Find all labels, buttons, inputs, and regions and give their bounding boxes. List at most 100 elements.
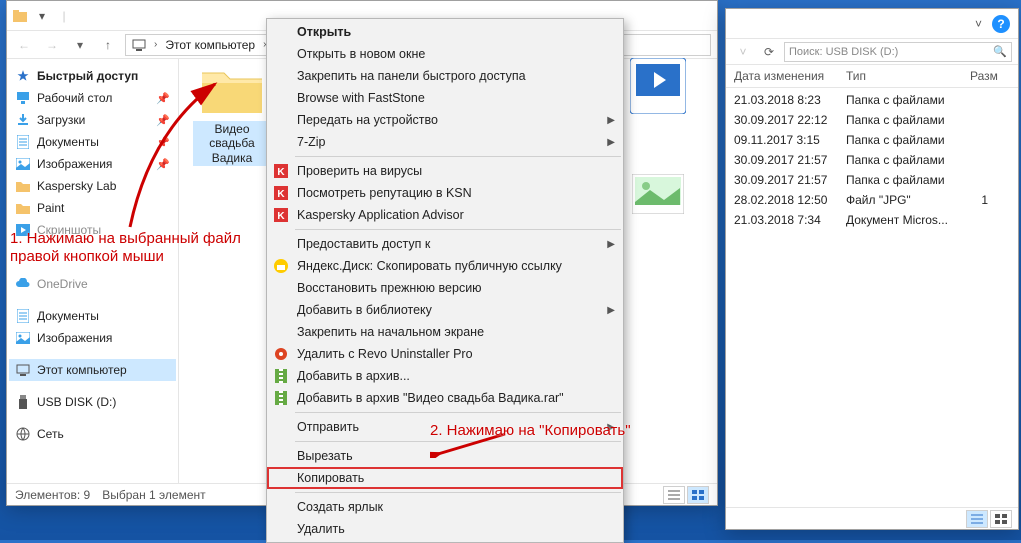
forward-button[interactable]: → [41,34,63,56]
annotation-1: 1. Нажимаю на выбранный файл правой кноп… [10,230,260,266]
context-menu-item[interactable]: Добавить в библиотеку▶ [267,299,623,321]
up-button[interactable]: ↑ [97,34,119,56]
folder-y-icon [15,178,31,194]
cell-size [970,153,988,167]
sidebar-item[interactable]: Документы [9,305,176,327]
search-placeholder: Поиск: USB DISK (D:) [789,46,898,58]
col-date[interactable]: Дата изменения [734,69,842,83]
cell-date: 09.11.2017 3:15 [734,133,842,147]
sidebar-item-label: Этот компьютер [37,363,127,377]
context-menu-label: Kaspersky Application Advisor [297,208,464,222]
col-type[interactable]: Тип [846,69,966,83]
column-headers[interactable]: Дата изменения Тип Разм [726,65,1018,88]
table-row[interactable]: 21.03.2018 7:34Документ Micros... [734,210,1010,230]
table-row[interactable]: 28.02.2018 12:50 Файл "JPG" 1 [734,190,1010,210]
sidebar-item-label: Документы [37,309,99,323]
cell-date: 30.09.2017 22:12 [734,113,842,127]
dropdown-icon[interactable]: ˅ [975,17,982,31]
sidebar-item[interactable]: Этот компьютер [9,359,176,381]
separator [295,492,621,493]
context-menu-item[interactable]: Закрепить на начальном экране [267,321,623,343]
context-menu-item[interactable]: 7-Zip ▶ [267,131,623,153]
image-icon [15,156,31,172]
sidebar-item[interactable]: Сеть [9,423,176,445]
sidebar-item-label: USB DISK (D:) [37,395,116,409]
address-toolbar: ˅ ⟳ Поиск: USB DISK (D:) 🔍 [726,39,1018,65]
table-row[interactable]: 21.03.2018 8:23 Папка с файлами [734,90,1010,110]
rar-icon [273,390,289,406]
sidebar-item-label: Paint [37,201,64,215]
context-menu-item[interactable]: Открыть [267,21,623,43]
star-icon [15,68,31,84]
context-menu-item[interactable]: Яндекс.Диск: Скопировать публичную ссылк… [267,255,623,277]
view-details-button[interactable] [663,486,685,504]
svg-text:K: K [277,167,285,178]
usb-icon [15,394,31,410]
sidebar-item[interactable]: OneDrive [9,273,176,295]
cell-size: 1 [970,193,988,207]
cell-size [970,133,988,147]
sidebar-item-label: Загрузки [37,113,85,127]
desktop-icon [15,90,31,106]
cell-date: 21.03.2018 8:23 [734,93,842,107]
context-menu-label: Открыть [297,25,351,39]
col-size[interactable]: Разм [970,69,1010,83]
table-row[interactable]: 30.09.2017 21:57Папка с файлами [734,170,1010,190]
context-menu-label: Посмотреть репутацию в KSN [297,186,472,200]
cell-type: Файл "JPG" [846,193,966,207]
context-menu-item[interactable]: K Kaspersky Application Advisor [267,204,623,226]
sidebar-item-label: OneDrive [37,277,88,291]
image-icon [15,330,31,346]
context-menu-item[interactable]: Удалить [267,518,623,540]
context-menu-item[interactable]: Предоставить доступ к▶ [267,233,623,255]
table-row[interactable]: 30.09.2017 21:57Папка с файлами [734,150,1010,170]
context-menu-item[interactable]: Удалить с Revo Uninstaller Pro [267,343,623,365]
svg-text:K: K [277,211,285,222]
history-dropdown[interactable]: ▾ [69,34,91,56]
context-menu-item[interactable]: Создать ярлык [267,496,623,518]
context-menu-item[interactable]: Добавить в архив... [267,365,623,387]
dropdown-icon[interactable]: ▾ [33,7,51,25]
context-menu-label: Создать ярлык [297,500,383,514]
cell-date: 28.02.2018 12:50 [734,193,842,207]
chevron-right-icon: › [150,39,161,50]
submenu-arrow-icon: ▶ [607,137,615,148]
context-menu-label: 7-Zip [297,135,325,149]
context-menu-label: Закрепить на панели быстрого доступа [297,69,526,83]
pc-icon [132,39,146,51]
context-menu-label: Копировать [297,471,364,485]
context-menu-label: Удалить с Revo Uninstaller Pro [297,347,473,361]
search-box[interactable]: Поиск: USB DISK (D:) 🔍 [784,42,1012,62]
context-menu-item[interactable]: Закрепить на панели быстрого доступа [267,65,623,87]
cloud-icon [15,276,31,292]
refresh-button[interactable]: ⟳ [758,41,780,63]
submenu-arrow-icon: ▶ [607,305,615,316]
history-dropdown[interactable]: ˅ [732,41,754,63]
context-menu-item[interactable]: KПроверить на вирусы [267,160,623,182]
context-menu-item[interactable]: Передать на устройство▶ [267,109,623,131]
context-menu-item[interactable]: Добавить в архив "Видео свадьба Вадика.r… [267,387,623,409]
view-details-button[interactable] [966,510,988,528]
view-icons-button[interactable] [990,510,1012,528]
cell-date: 21.03.2018 7:34 [734,213,842,227]
cell-size [970,213,988,227]
view-icons-button[interactable] [687,486,709,504]
context-menu-item[interactable]: KПосмотреть репутацию в KSN [267,182,623,204]
cell-type: Папка с файлами [846,113,966,127]
breadcrumb-label[interactable]: Этот компьютер [165,38,255,52]
sidebar-item-label: Изображения [37,331,112,345]
cell-date: 30.09.2017 21:57 [734,173,842,187]
back-button[interactable]: ← [13,34,35,56]
sidebar-item[interactable]: USB DISK (D:) [9,391,176,413]
table-row[interactable]: 09.11.2017 3:15 Папка с файлами [734,130,1010,150]
context-menu-item[interactable]: Копировать [267,467,623,489]
help-button[interactable]: ? [992,15,1010,33]
sidebar-item[interactable]: Изображения [9,327,176,349]
table-row[interactable]: 30.09.2017 22:12 Папка с файлами [734,110,1010,130]
annotation-arrow-1 [120,72,240,232]
context-menu-item[interactable]: Открыть в новом окне [267,43,623,65]
cell-type: Папка с файлами [846,133,966,147]
context-menu-item[interactable]: Восстановить прежнюю версию [267,277,623,299]
context-menu-item[interactable]: Browse with FastStone [267,87,623,109]
cell-type: Папка с файлами [846,93,966,107]
